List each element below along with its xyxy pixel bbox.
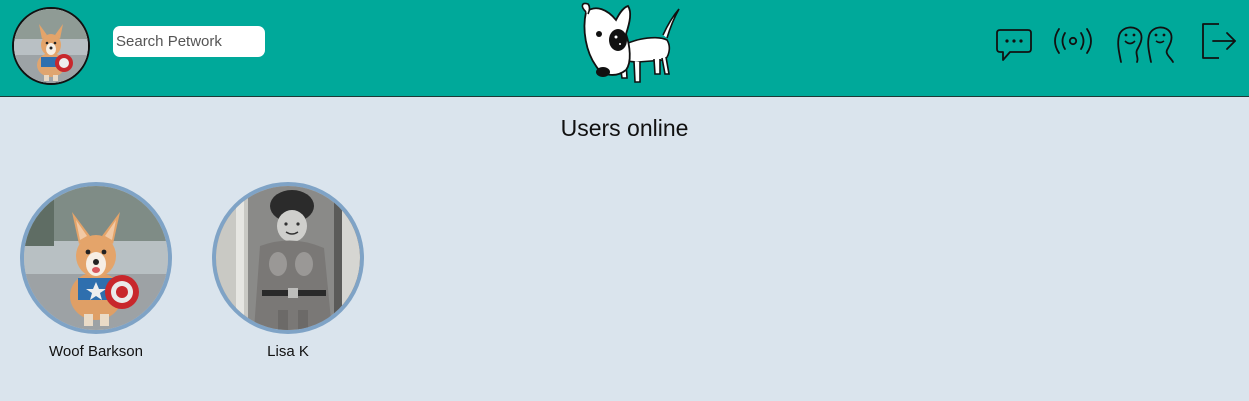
- dog-logo-icon: [581, 2, 680, 83]
- search-input[interactable]: [113, 26, 265, 57]
- vintage-photo: [216, 186, 360, 330]
- online-user-card[interactable]: Lisa K: [208, 182, 368, 360]
- profile-avatar[interactable]: [12, 7, 90, 85]
- page-title: Users online: [560, 115, 689, 141]
- online-user-card[interactable]: Woof Barkson: [16, 182, 176, 360]
- header-bar: [0, 0, 1249, 97]
- corgi-photo: [24, 186, 168, 330]
- chat-icon[interactable]: [995, 27, 1033, 63]
- user-avatar[interactable]: [20, 182, 172, 334]
- user-avatar[interactable]: [212, 182, 364, 334]
- logout-icon[interactable]: [1199, 20, 1239, 62]
- user-name: Lisa K: [267, 343, 309, 360]
- petwork-logo[interactable]: [572, 0, 684, 92]
- friends-icon[interactable]: [1115, 22, 1177, 64]
- corgi-photo: [14, 9, 88, 83]
- user-name: Woof Barkson: [49, 343, 143, 360]
- broadcast-icon[interactable]: [1051, 27, 1095, 55]
